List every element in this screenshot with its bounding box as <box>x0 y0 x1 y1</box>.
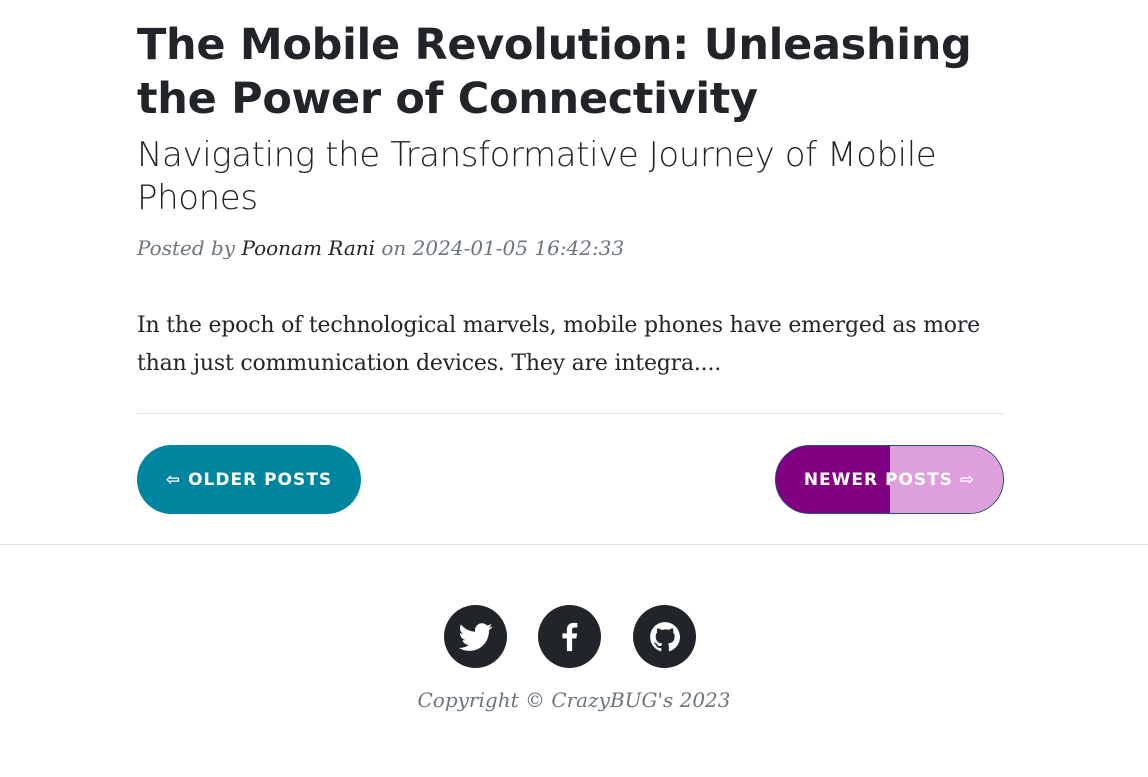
copyright-text: Copyright © CrazyBUG's 2023 <box>417 688 731 712</box>
post-meta: Posted by Poonam Rani on 2024-01-05 16:4… <box>137 234 1004 262</box>
post-title[interactable]: The Mobile Revolution: Unleashing the Po… <box>137 18 1004 126</box>
post-excerpt: In the epoch of technological marvels, m… <box>137 313 980 376</box>
twitter-icon[interactable] <box>444 605 507 668</box>
meta-on: on <box>381 236 407 260</box>
github-glyph <box>649 621 680 651</box>
post-author: Poonam Rani <box>241 236 376 260</box>
twitter-glyph <box>458 622 492 651</box>
facebook-glyph <box>561 622 577 651</box>
newer-posts-button[interactable]: NEWER POSTS ⇨ <box>775 445 1004 514</box>
facebook-icon[interactable] <box>538 605 601 668</box>
older-posts-button[interactable]: ⇦ OLDER POSTS <box>137 445 361 514</box>
post-date: 2024-01-05 16:42:33 <box>412 236 625 260</box>
post-divider <box>137 413 1004 414</box>
older-posts-label: ⇦ OLDER POSTS <box>165 469 333 490</box>
post-subtitle[interactable]: Navigating the Transformative Journey of… <box>137 134 1004 220</box>
footer-divider <box>0 544 1148 545</box>
post-preview: The Mobile Revolution: Unleashing the Po… <box>137 18 1004 383</box>
newer-posts-label: NEWER POSTS ⇨ <box>803 469 976 490</box>
meta-prefix: Posted by <box>137 236 236 260</box>
github-icon[interactable] <box>633 605 696 668</box>
